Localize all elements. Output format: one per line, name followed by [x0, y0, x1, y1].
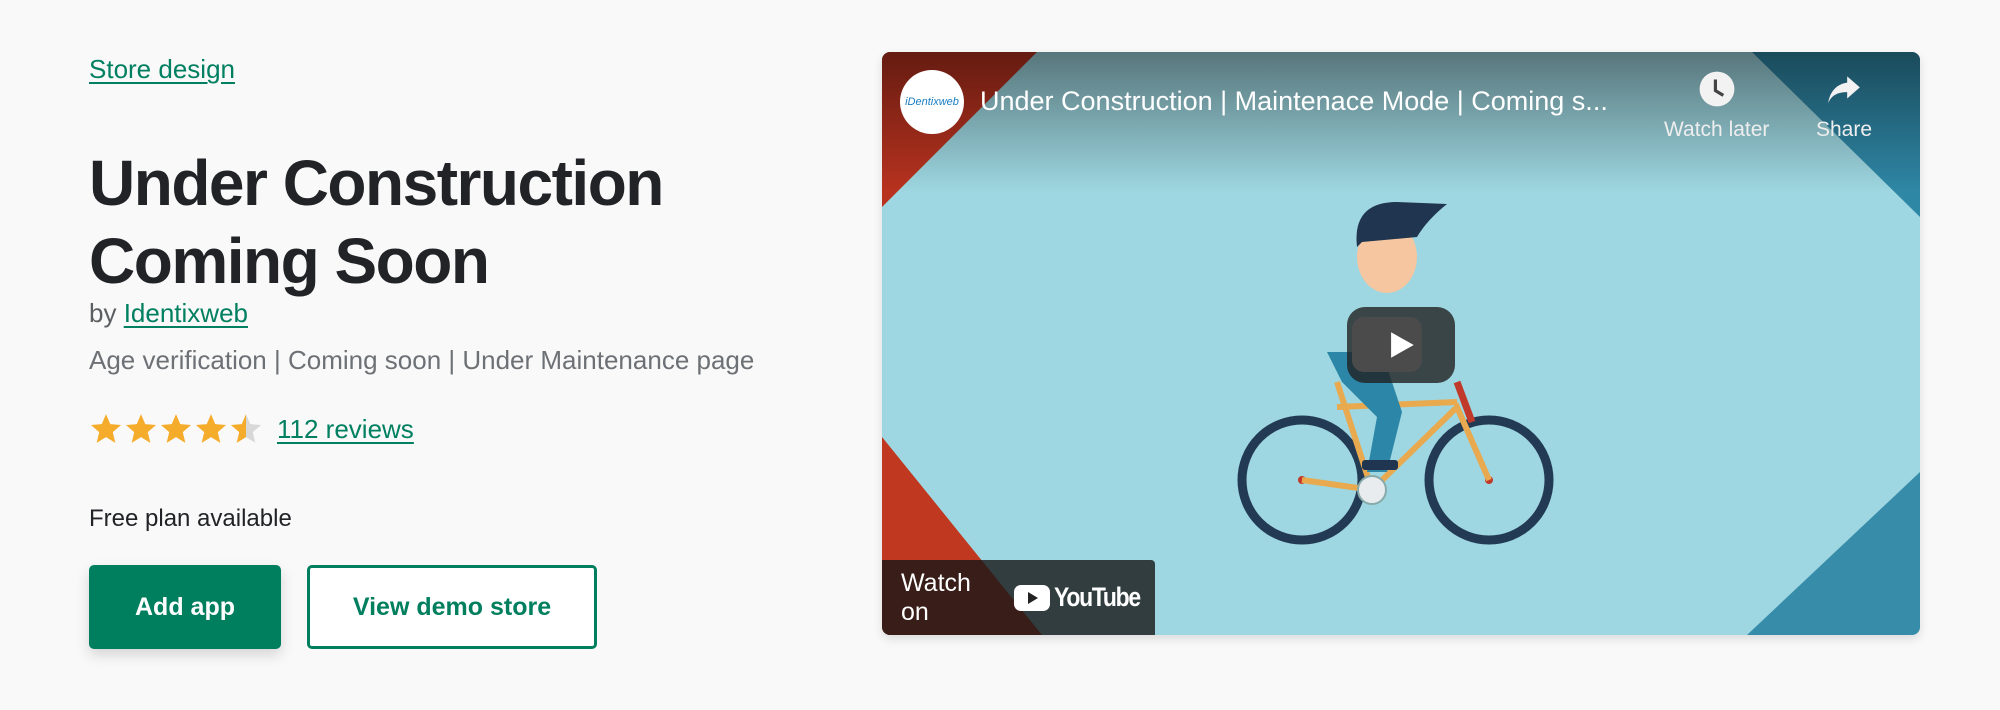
view-demo-store-button[interactable]: View demo store — [307, 565, 597, 649]
pricing-text: Free plan available — [89, 505, 292, 532]
star-icon — [230, 414, 262, 443]
channel-avatar[interactable]: iDentixweb — [900, 70, 964, 134]
play-button[interactable] — [1347, 307, 1455, 383]
category-breadcrumb-link[interactable]: Store design — [89, 54, 235, 85]
add-app-button[interactable]: Add app — [89, 565, 281, 649]
star-icon — [160, 414, 192, 443]
share-arrow-icon — [1828, 76, 1860, 104]
star-icon — [195, 414, 227, 443]
by-prefix: by — [89, 298, 117, 328]
youtube-wordmark: YouTube — [1054, 582, 1141, 612]
star-icon — [90, 414, 122, 443]
app-title: Under Construction Coming Soon — [89, 147, 664, 297]
reviews-link[interactable]: 112 reviews — [277, 414, 414, 445]
video-title[interactable]: Under Construction | Maintenace Mode | C… — [980, 86, 1608, 117]
developer-link[interactable]: Identixweb — [124, 298, 248, 328]
developer-byline: by Identixweb — [89, 298, 248, 329]
star-icon — [125, 414, 157, 443]
youtube-play-icon — [1014, 584, 1051, 611]
star-rating — [89, 412, 263, 446]
watch-on-label: Watch on — [901, 568, 971, 626]
clock-icon — [1699, 71, 1735, 107]
rating-row: 112 reviews — [89, 412, 414, 446]
share-button[interactable]: Share — [1816, 70, 1872, 142]
watch-later-label: Watch later — [1664, 118, 1770, 141]
watch-on-youtube-link[interactable]: Watch on YouTube — [882, 560, 1155, 635]
action-buttons: Add app View demo store — [89, 565, 597, 649]
share-label: Share — [1816, 118, 1873, 141]
app-tagline: Age verification | Coming soon | Under M… — [89, 345, 755, 375]
youtube-video-embed[interactable]: iDentixweb Under Construction | Maintena… — [882, 52, 1920, 635]
play-icon — [1391, 332, 1414, 358]
watch-later-button[interactable]: Watch later — [1664, 70, 1769, 142]
channel-logo-text: iDentixweb — [905, 96, 959, 108]
youtube-logo: YouTube — [1014, 582, 1155, 613]
